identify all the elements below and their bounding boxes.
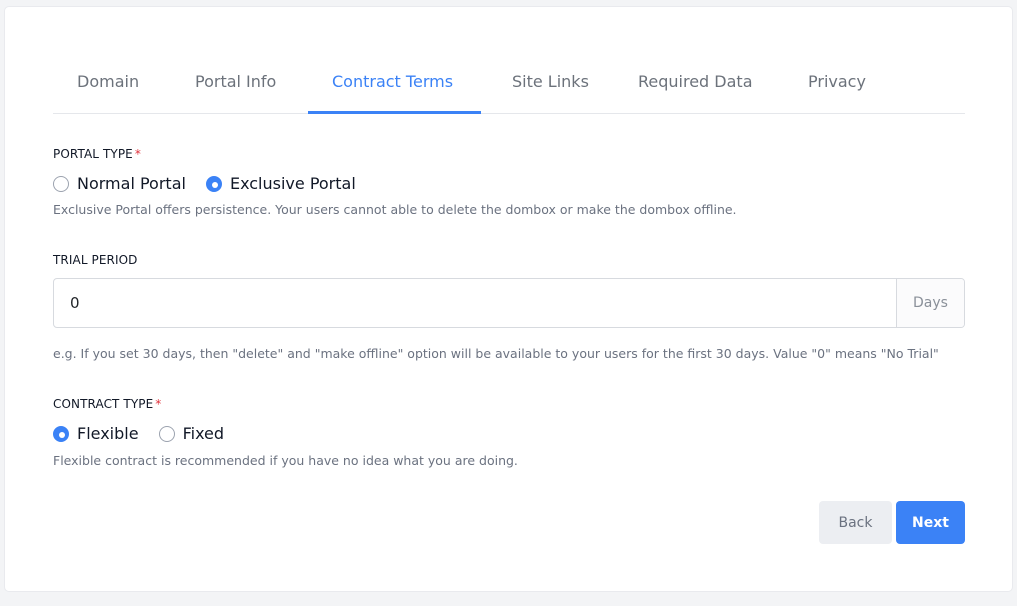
radio-fixed-circle[interactable]: [158, 425, 175, 442]
contract-type-label-text: CONTRACT TYPE: [53, 397, 154, 411]
trial-period-help: e.g. If you set 30 days, then "delete" a…: [53, 346, 939, 361]
portal-type-label: PORTAL TYPE *: [53, 147, 141, 161]
portal-type-label-text: PORTAL TYPE: [53, 147, 133, 161]
tab-site-links[interactable]: Site Links: [512, 71, 589, 114]
portal-type-help: Exclusive Portal offers persistence. You…: [53, 202, 737, 217]
tab-required-data[interactable]: Required Data: [638, 71, 753, 114]
radio-flexible-circle[interactable]: [53, 425, 69, 442]
required-marker: *: [155, 397, 162, 411]
settings-card: Domain Portal Info Contract Terms Site L…: [4, 6, 1013, 592]
tab-bar: Domain Portal Info Contract Terms Site L…: [53, 7, 965, 114]
next-button[interactable]: Next: [896, 501, 965, 544]
radio-fixed-label: Fixed: [182, 424, 225, 443]
tab-contract-terms[interactable]: Contract Terms: [332, 71, 453, 114]
contract-type-help: Flexible contract is recommended if you …: [53, 453, 518, 468]
contract-type-options: Flexible Fixed: [53, 424, 244, 443]
radio-exclusive-portal-circle[interactable]: [205, 175, 222, 192]
radio-normal-portal-circle[interactable]: [53, 175, 69, 192]
radio-flexible-label: Flexible: [77, 424, 139, 443]
contract-type-label: CONTRACT TYPE *: [53, 397, 161, 411]
radio-normal-portal-label: Normal Portal: [77, 174, 186, 193]
required-marker: *: [134, 147, 141, 161]
trial-period-input[interactable]: [54, 279, 896, 327]
back-button[interactable]: Back: [819, 501, 892, 544]
trial-period-input-group: Days: [53, 278, 965, 328]
radio-fixed[interactable]: Fixed: [158, 424, 225, 443]
tab-domain[interactable]: Domain: [77, 71, 139, 114]
active-tab-indicator: [308, 111, 481, 114]
portal-type-options: Normal Portal Exclusive Portal: [53, 174, 376, 193]
tab-portal-info[interactable]: Portal Info: [195, 71, 276, 114]
radio-exclusive-portal[interactable]: Exclusive Portal: [205, 174, 356, 193]
days-addon: Days: [896, 279, 964, 327]
radio-normal-portal[interactable]: Normal Portal: [53, 174, 186, 193]
radio-exclusive-portal-label: Exclusive Portal: [229, 174, 356, 193]
trial-period-label: TRIAL PERIOD: [53, 253, 138, 267]
tab-privacy[interactable]: Privacy: [808, 71, 866, 114]
radio-flexible[interactable]: Flexible: [53, 424, 139, 443]
